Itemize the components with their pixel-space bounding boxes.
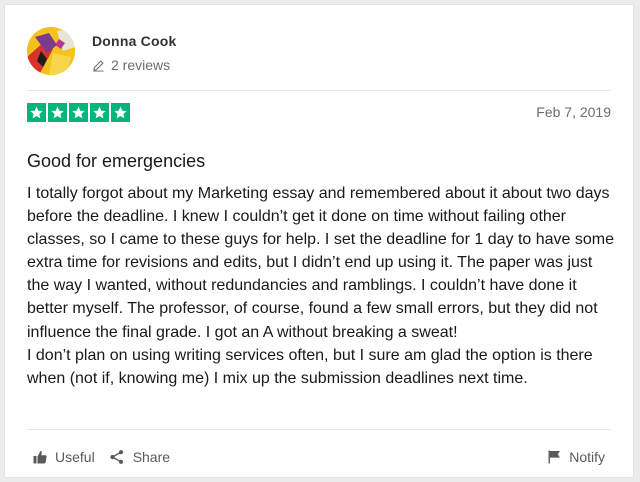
share-button[interactable]: Share <box>109 449 170 465</box>
review-title: Good for emergencies <box>27 151 206 171</box>
share-label: Share <box>132 449 171 465</box>
star-icon <box>48 103 67 122</box>
star-icon <box>27 103 46 122</box>
review-paragraph: I don’t plan on using writing services o… <box>27 346 593 387</box>
review-date: Feb 7, 2019 <box>536 104 611 120</box>
star-icon <box>69 103 88 122</box>
reviewer-info: Donna Cook 2 reviews <box>92 33 176 73</box>
star-icon <box>111 103 130 122</box>
footer-divider <box>27 429 611 430</box>
pencil-icon <box>93 60 104 72</box>
reviewer-header: Donna Cook 2 reviews <box>27 27 176 75</box>
share-icon <box>110 450 123 464</box>
avatar-image <box>27 27 75 75</box>
review-body: I totally forgot about my Marketing essa… <box>27 182 619 390</box>
useful-label: Useful <box>55 449 95 465</box>
review-paragraph: I totally forgot about my Marketing essa… <box>27 185 614 341</box>
flag-icon <box>548 450 561 464</box>
thumbs-up-icon <box>33 451 47 464</box>
header-divider <box>27 90 611 91</box>
avatar[interactable] <box>27 27 75 75</box>
star-icon <box>90 103 109 122</box>
review-actions: Useful Share Notify <box>27 445 611 469</box>
review-card: Donna Cook 2 reviews Feb 7, 2019 Good fo… <box>4 4 634 478</box>
reviewer-name[interactable]: Donna Cook <box>92 33 176 49</box>
notify-button[interactable]: Notify <box>548 449 605 465</box>
star-rating <box>27 103 132 122</box>
reviews-count-label: 2 reviews <box>111 57 171 73</box>
reviewer-reviews-count: 2 reviews <box>92 57 176 73</box>
useful-button[interactable]: Useful <box>33 449 95 465</box>
notify-label: Notify <box>569 449 605 465</box>
